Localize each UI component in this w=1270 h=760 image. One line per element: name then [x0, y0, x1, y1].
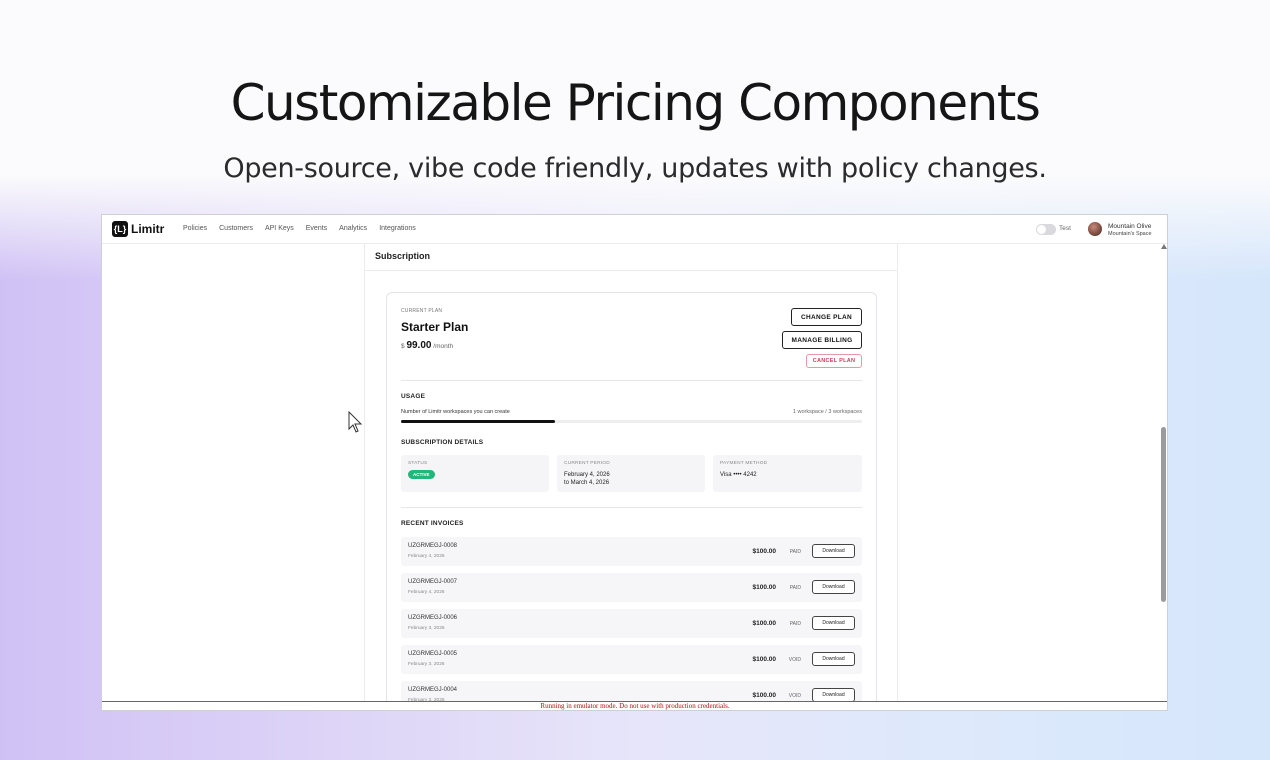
user-name[interactable]: Mountain Olive: [1108, 223, 1151, 230]
nav-item-policies[interactable]: Policies: [183, 225, 207, 232]
scrollbar[interactable]: [1160, 244, 1167, 708]
page-header: Subscription: [365, 244, 897, 271]
manage-billing-button[interactable]: MANAGE BILLING: [782, 331, 862, 349]
test-mode-toggle[interactable]: [1036, 224, 1056, 235]
invoice-id: UZGRMEGJ-0008: [408, 543, 458, 549]
mouse-cursor-icon: [348, 411, 363, 433]
invoice-date: February 3, 2026: [408, 662, 445, 667]
invoice-id: UZGRMEGJ-0005: [408, 651, 458, 657]
price-currency: $: [401, 343, 405, 350]
invoice-date: February 3, 2026: [408, 626, 445, 631]
emulator-notice: Running in emulator mode. Do not use wit…: [540, 702, 730, 710]
test-mode-label: Test: [1059, 225, 1071, 232]
cancel-plan-button[interactable]: CANCEL PLAN: [806, 354, 862, 368]
current-plan-label: CURRENT PLAN: [401, 308, 443, 314]
logo[interactable]: {L} Limitr: [112, 221, 164, 237]
payment-method-value: Visa •••• 4242: [720, 472, 757, 478]
status-box: STATUS ACTIVE: [401, 455, 549, 492]
main-nav: Policies Customers API Keys Events Analy…: [183, 225, 428, 232]
subscription-card: CURRENT PLAN Starter Plan $ 99.00 /month…: [386, 292, 877, 710]
nav-item-api-keys[interactable]: API Keys: [265, 225, 294, 232]
nav-item-analytics[interactable]: Analytics: [339, 225, 367, 232]
hero-subtitle: Open-source, vibe code friendly, updates…: [223, 153, 1047, 184]
invoice-id: UZGRMEGJ-0007: [408, 579, 458, 585]
invoice-status: PAID: [789, 549, 801, 555]
page-title: Subscription: [375, 251, 431, 261]
usage-count: 1 workspace / 3 workspaces: [792, 409, 862, 415]
workspace-name[interactable]: Mountain's Space: [1108, 231, 1152, 237]
avatar[interactable]: [1088, 222, 1102, 236]
invoice-amount: $100.00: [752, 656, 777, 663]
hero-title: Customizable Pricing Components: [230, 74, 1041, 132]
price-amount: 99.00: [406, 340, 432, 351]
price-period: /month: [433, 343, 454, 350]
download-invoice-button[interactable]: Download: [812, 616, 855, 630]
invoice-row: UZGRMEGJ-0007 February 4, 2026 $100.00 P…: [401, 573, 862, 602]
download-invoice-button[interactable]: Download: [812, 580, 855, 594]
invoice-status: VOID: [788, 657, 801, 663]
plan-price: $ 99.00 /month: [401, 340, 453, 351]
status-badge: ACTIVE: [408, 470, 435, 479]
logo-mark-icon: {L}: [112, 221, 128, 237]
scroll-up-arrow-icon[interactable]: [1161, 244, 1167, 249]
period-start: February 4, 2026: [564, 472, 610, 478]
invoice-row: UZGRMEGJ-0005 February 3, 2026 $100.00 V…: [401, 645, 862, 674]
payment-method-label: PAYMENT METHOD: [720, 461, 768, 466]
emulator-notice-bar: Running in emulator mode. Do not use wit…: [102, 701, 1167, 710]
plan-name: Starter Plan: [401, 320, 469, 334]
main-content: Subscription CURRENT PLAN Starter Plan $…: [364, 244, 898, 710]
scrollbar-thumb[interactable]: [1161, 427, 1166, 602]
usage-progress-fill: [401, 420, 555, 423]
invoice-row: UZGRMEGJ-0006 February 3, 2026 $100.00 P…: [401, 609, 862, 638]
nav-item-events[interactable]: Events: [306, 225, 327, 232]
logo-text: Limitr: [131, 222, 165, 236]
usage-progress-bar: [401, 420, 862, 423]
recent-invoices-title: RECENT INVOICES: [401, 520, 464, 527]
invoice-date: February 4, 2026: [408, 590, 445, 595]
current-period-label: CURRENT PERIOD: [564, 461, 610, 466]
invoice-status: PAID: [789, 585, 801, 591]
status-label: STATUS: [408, 461, 428, 466]
usage-title: USAGE: [401, 393, 426, 400]
invoice-id: UZGRMEGJ-0006: [408, 615, 458, 621]
payment-method-box: PAYMENT METHOD Visa •••• 4242: [713, 455, 862, 492]
invoice-amount: $100.00: [752, 548, 777, 555]
download-invoice-button[interactable]: Download: [812, 652, 855, 666]
invoice-status: PAID: [789, 621, 801, 627]
invoice-amount: $100.00: [752, 692, 777, 699]
current-period-box: CURRENT PERIOD February 4, 2026 to March…: [557, 455, 705, 492]
nav-item-integrations[interactable]: Integrations: [379, 225, 416, 232]
subscription-details-title: SUBSCRIPTION DETAILS: [401, 439, 484, 446]
period-end: to March 4, 2026: [564, 480, 610, 486]
download-invoice-button[interactable]: Download: [812, 688, 855, 702]
divider: [401, 380, 862, 381]
invoice-status: VOID: [788, 693, 801, 699]
nav-item-customers[interactable]: Customers: [219, 225, 253, 232]
invoice-id: UZGRMEGJ-0004: [408, 687, 458, 693]
top-navbar: {L} Limitr Policies Customers API Keys E…: [102, 215, 1167, 244]
current-period-value: February 4, 2026 to March 4, 2026: [564, 471, 610, 487]
download-invoice-button[interactable]: Download: [812, 544, 855, 558]
invoice-amount: $100.00: [752, 584, 777, 591]
app-window: {L} Limitr Policies Customers API Keys E…: [101, 214, 1168, 711]
invoice-row: UZGRMEGJ-0008 February 4, 2026 $100.00 P…: [401, 537, 862, 566]
usage-metric-label: Number of Limitr workspaces you can crea…: [401, 409, 510, 415]
change-plan-button[interactable]: CHANGE PLAN: [791, 308, 862, 326]
invoice-amount: $100.00: [752, 620, 777, 627]
invoice-date: February 4, 2026: [408, 554, 445, 559]
divider: [401, 507, 862, 508]
